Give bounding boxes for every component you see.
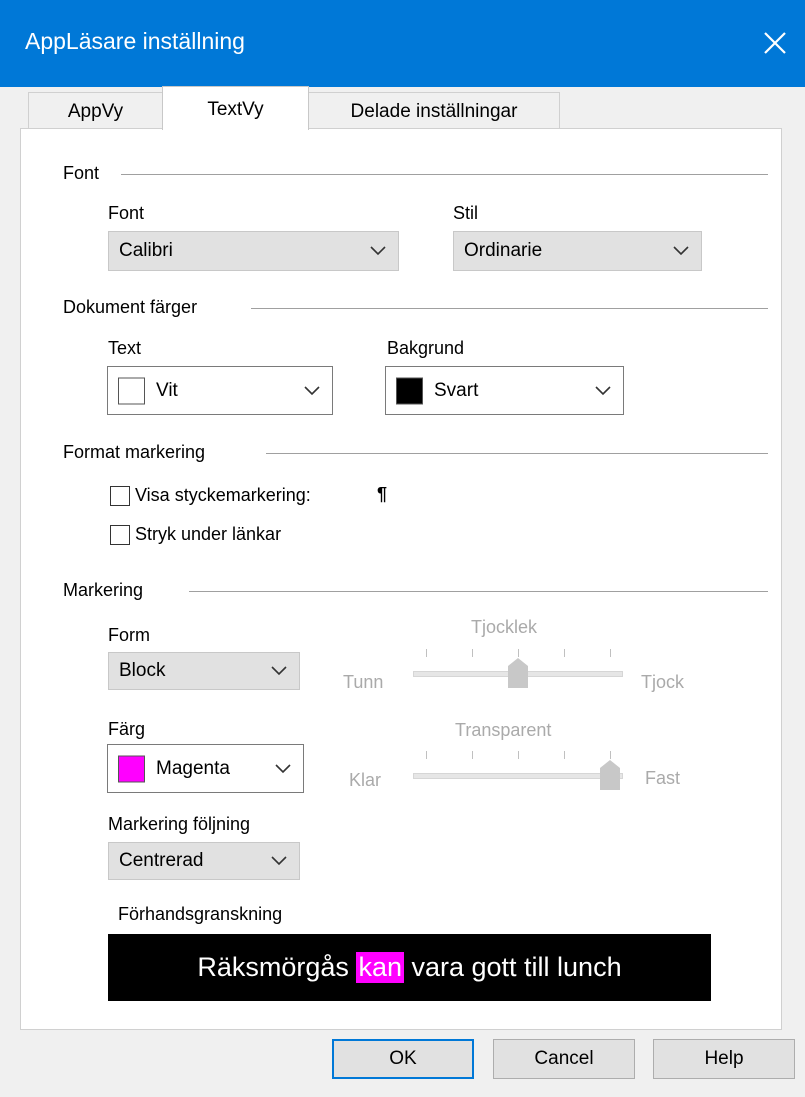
form-label: Form [108, 625, 150, 645]
transparency-max-label: Fast [645, 768, 681, 788]
underline-links-checkbox[interactable] [110, 525, 130, 545]
format-section-divider [266, 453, 768, 454]
ok-button[interactable]: OK [332, 1039, 474, 1079]
transparency-min-label: Klar [349, 770, 382, 790]
marking-section-title: Markering [63, 580, 144, 600]
slider-track [413, 773, 623, 779]
slider-tick [610, 751, 611, 759]
slider-tick [472, 649, 473, 657]
preview-highlighted-word: kan [356, 952, 404, 983]
thickness-max-label: Tjock [641, 672, 685, 692]
window-title: AppLäsare inställning [25, 28, 245, 54]
font-label: Font [108, 203, 145, 223]
help-button[interactable]: Help [653, 1039, 795, 1079]
marking-section-divider [189, 591, 768, 592]
preview-label: Förhandsgranskning [118, 904, 283, 924]
thickness-title: Tjocklek [471, 617, 538, 637]
textvy-panel: Font Font Calibri Stil Ordinarie Dokumen… [20, 128, 782, 1030]
font-dropdown[interactable]: Calibri [108, 231, 399, 271]
chevron-down-icon [370, 246, 386, 256]
slider-tick [426, 751, 427, 759]
style-value: Ordinarie [464, 240, 543, 261]
title-bar: AppLäsare inställning [0, 0, 805, 87]
slider-tick [472, 751, 473, 759]
slider-thumb[interactable] [600, 760, 620, 790]
tab-textvy-label: TextVy [207, 99, 264, 120]
text-color-dropdown[interactable]: Vit [107, 366, 333, 415]
chevron-down-icon [595, 385, 611, 395]
marking-color-value: Magenta [156, 757, 230, 779]
close-button[interactable] [745, 0, 805, 87]
slider-tick [610, 649, 611, 657]
chevron-down-icon [275, 763, 291, 773]
colors-section-title: Dokument färger [63, 297, 198, 317]
settings-dialog: AppLäsare inställning AppVy TextVy Delad… [0, 0, 805, 1097]
preview-text-before: Räksmörgås [197, 952, 357, 982]
font-section-divider [121, 174, 768, 175]
thickness-slider[interactable] [413, 639, 623, 699]
tab-appvy[interactable]: AppVy [28, 92, 163, 128]
style-label: Stil [453, 203, 479, 223]
transparency-title: Transparent [455, 720, 552, 740]
marking-color-dropdown[interactable]: Magenta [107, 744, 304, 793]
thickness-min-label: Tunn [343, 672, 384, 692]
chevron-down-icon [304, 385, 320, 395]
font-section-title: Font [63, 163, 100, 183]
background-color-label: Bakgrund [387, 338, 465, 358]
colors-section-divider [251, 308, 768, 309]
text-color-value: Vit [156, 379, 178, 401]
show-paragraph-checkbox[interactable] [110, 486, 130, 506]
form-value: Block [119, 660, 166, 681]
chevron-down-icon [673, 246, 689, 256]
preview-box: Räksmörgås kan vara gott till lunch [108, 934, 711, 1001]
marking-color-swatch [118, 755, 145, 782]
slider-tick [518, 649, 519, 657]
preview-text-after: vara gott till lunch [403, 952, 622, 982]
tab-shared-settings-label: Delade inställningar [350, 101, 518, 122]
tab-shared-settings[interactable]: Delade inställningar [308, 92, 560, 128]
tab-appvy-label: AppVy [67, 101, 124, 122]
text-color-label: Text [108, 338, 142, 358]
tab-textvy[interactable]: TextVy [162, 86, 309, 130]
follow-label: Markering följning [108, 814, 251, 834]
format-section-title: Format markering [63, 442, 206, 462]
slider-tick [518, 751, 519, 759]
font-value: Calibri [119, 240, 173, 261]
follow-value: Centrerad [119, 850, 204, 871]
chevron-down-icon [271, 856, 287, 866]
underline-links-label[interactable]: Stryk under länkar [135, 524, 281, 545]
transparency-slider[interactable] [413, 741, 623, 801]
slider-tick [426, 649, 427, 657]
slider-thumb[interactable] [508, 658, 528, 688]
style-dropdown[interactable]: Ordinarie [453, 231, 702, 271]
text-color-swatch [118, 377, 145, 404]
background-color-value: Svart [434, 379, 479, 401]
slider-tick [564, 751, 565, 759]
close-icon [764, 32, 786, 54]
slider-tick [564, 649, 565, 657]
chevron-down-icon [271, 666, 287, 676]
show-paragraph-label[interactable]: Visa styckemarkering: [135, 485, 311, 506]
form-dropdown[interactable]: Block [108, 652, 300, 690]
cancel-button[interactable]: Cancel [493, 1039, 635, 1079]
paragraph-mark-icon: ¶ [377, 484, 388, 504]
background-color-dropdown[interactable]: Svart [385, 366, 624, 415]
follow-dropdown[interactable]: Centrerad [108, 842, 300, 880]
background-color-swatch [396, 377, 423, 404]
marking-color-label: Färg [108, 719, 146, 739]
